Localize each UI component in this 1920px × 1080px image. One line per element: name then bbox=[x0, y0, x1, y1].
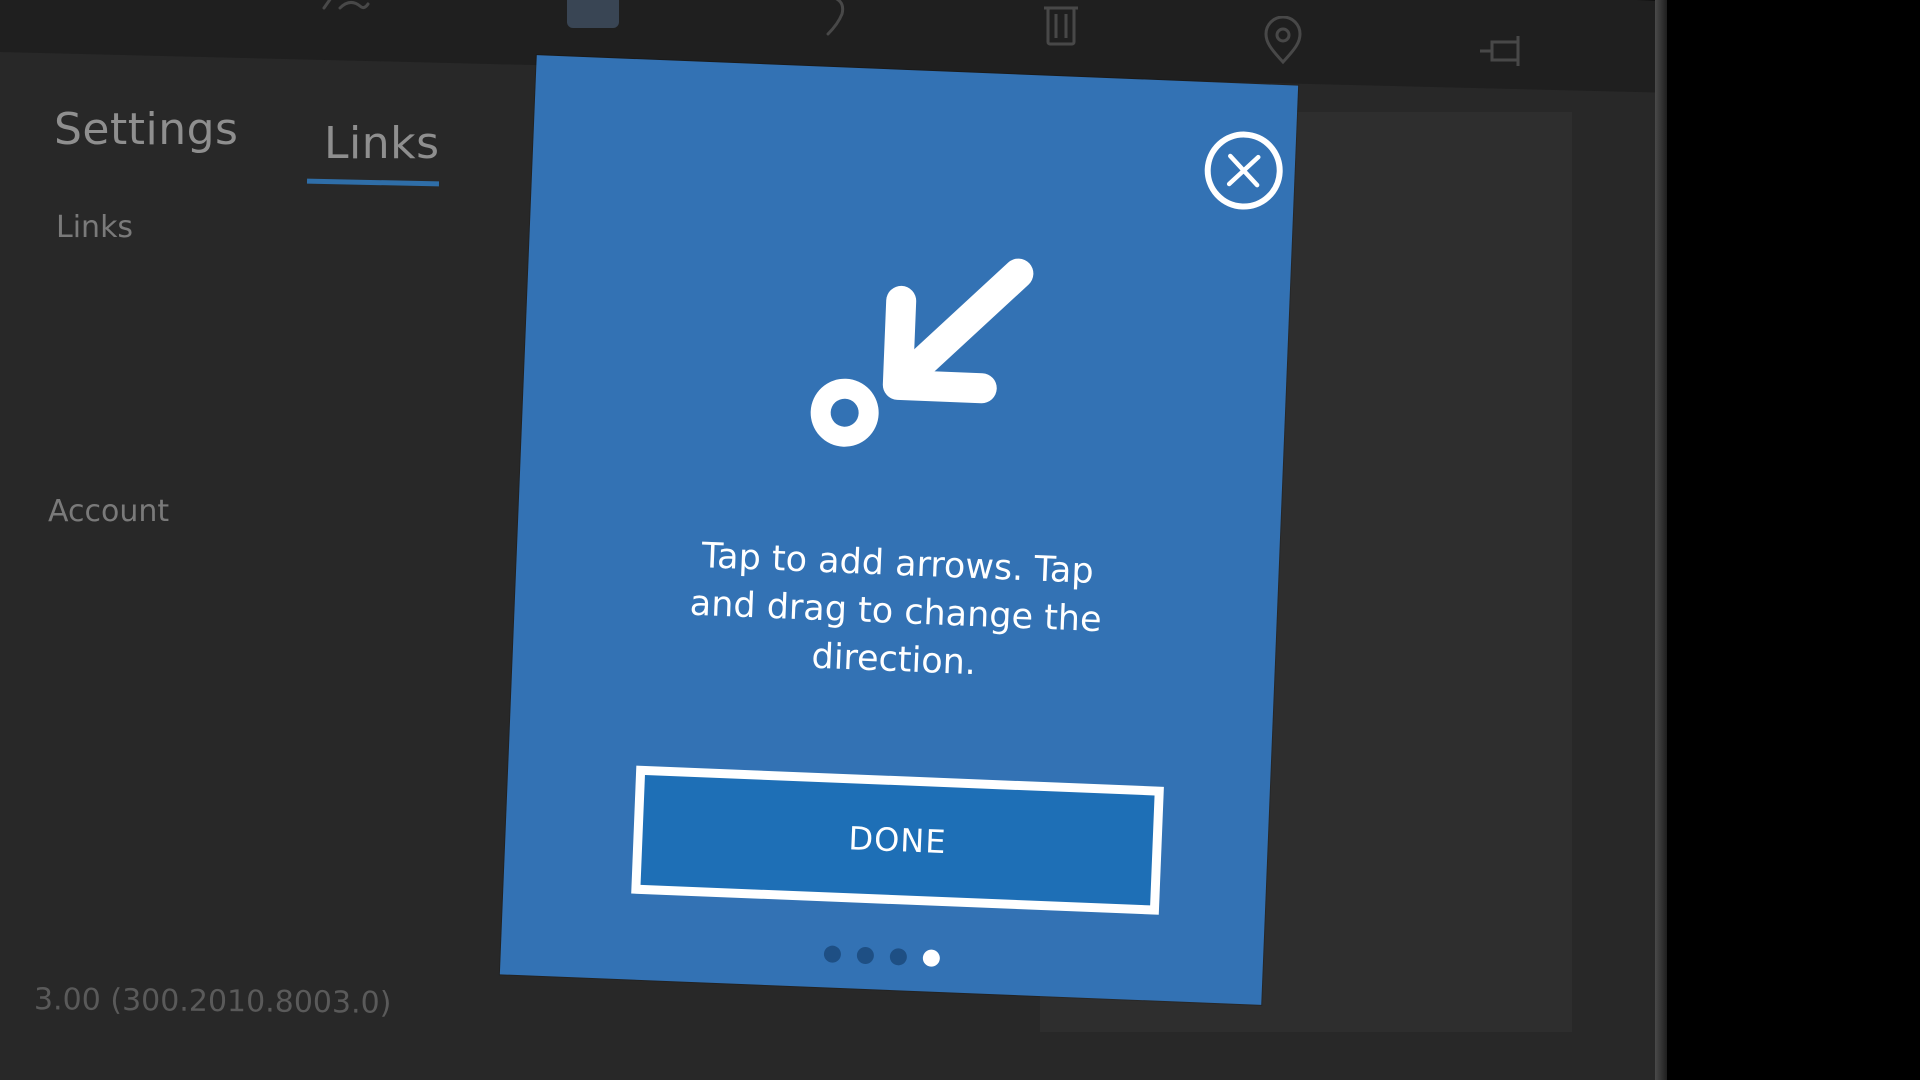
page-dot-active[interactable] bbox=[922, 949, 941, 967]
trash-icon[interactable] bbox=[1036, 0, 1086, 48]
close-button[interactable] bbox=[1203, 130, 1285, 212]
version-text: 3.00 (300.2010.8003.0) bbox=[33, 982, 392, 1021]
tutorial-message: Tap to add arrows. Tap and drag to chang… bbox=[689, 536, 1103, 684]
undo-icon[interactable] bbox=[812, 0, 862, 40]
color-swatch-icon[interactable] bbox=[565, 0, 621, 30]
done-button[interactable]: DONE bbox=[631, 765, 1164, 915]
window-edge bbox=[1655, 0, 1667, 1080]
page-dot[interactable] bbox=[889, 947, 908, 966]
section-heading-account: Account bbox=[48, 494, 170, 529]
page-dot[interactable] bbox=[856, 946, 875, 965]
tutorial-dialog: Tap to add arrows. Tap and drag to chang… bbox=[499, 55, 1299, 1005]
pen-icon[interactable] bbox=[320, 0, 370, 28]
arrow-tool-icon bbox=[810, 258, 1034, 447]
screen: Settings Links Links Account 3.00 (300.2… bbox=[0, 0, 1920, 1080]
close-icon bbox=[1226, 153, 1261, 188]
page-dot[interactable] bbox=[823, 945, 842, 964]
tab-links[interactable]: Links bbox=[324, 118, 440, 169]
tab-settings[interactable]: Settings bbox=[54, 104, 238, 155]
location-icon[interactable] bbox=[1258, 15, 1308, 66]
pin-icon[interactable] bbox=[1478, 26, 1528, 76]
page-indicator bbox=[501, 932, 1263, 980]
section-heading-links: Links bbox=[56, 210, 134, 245]
